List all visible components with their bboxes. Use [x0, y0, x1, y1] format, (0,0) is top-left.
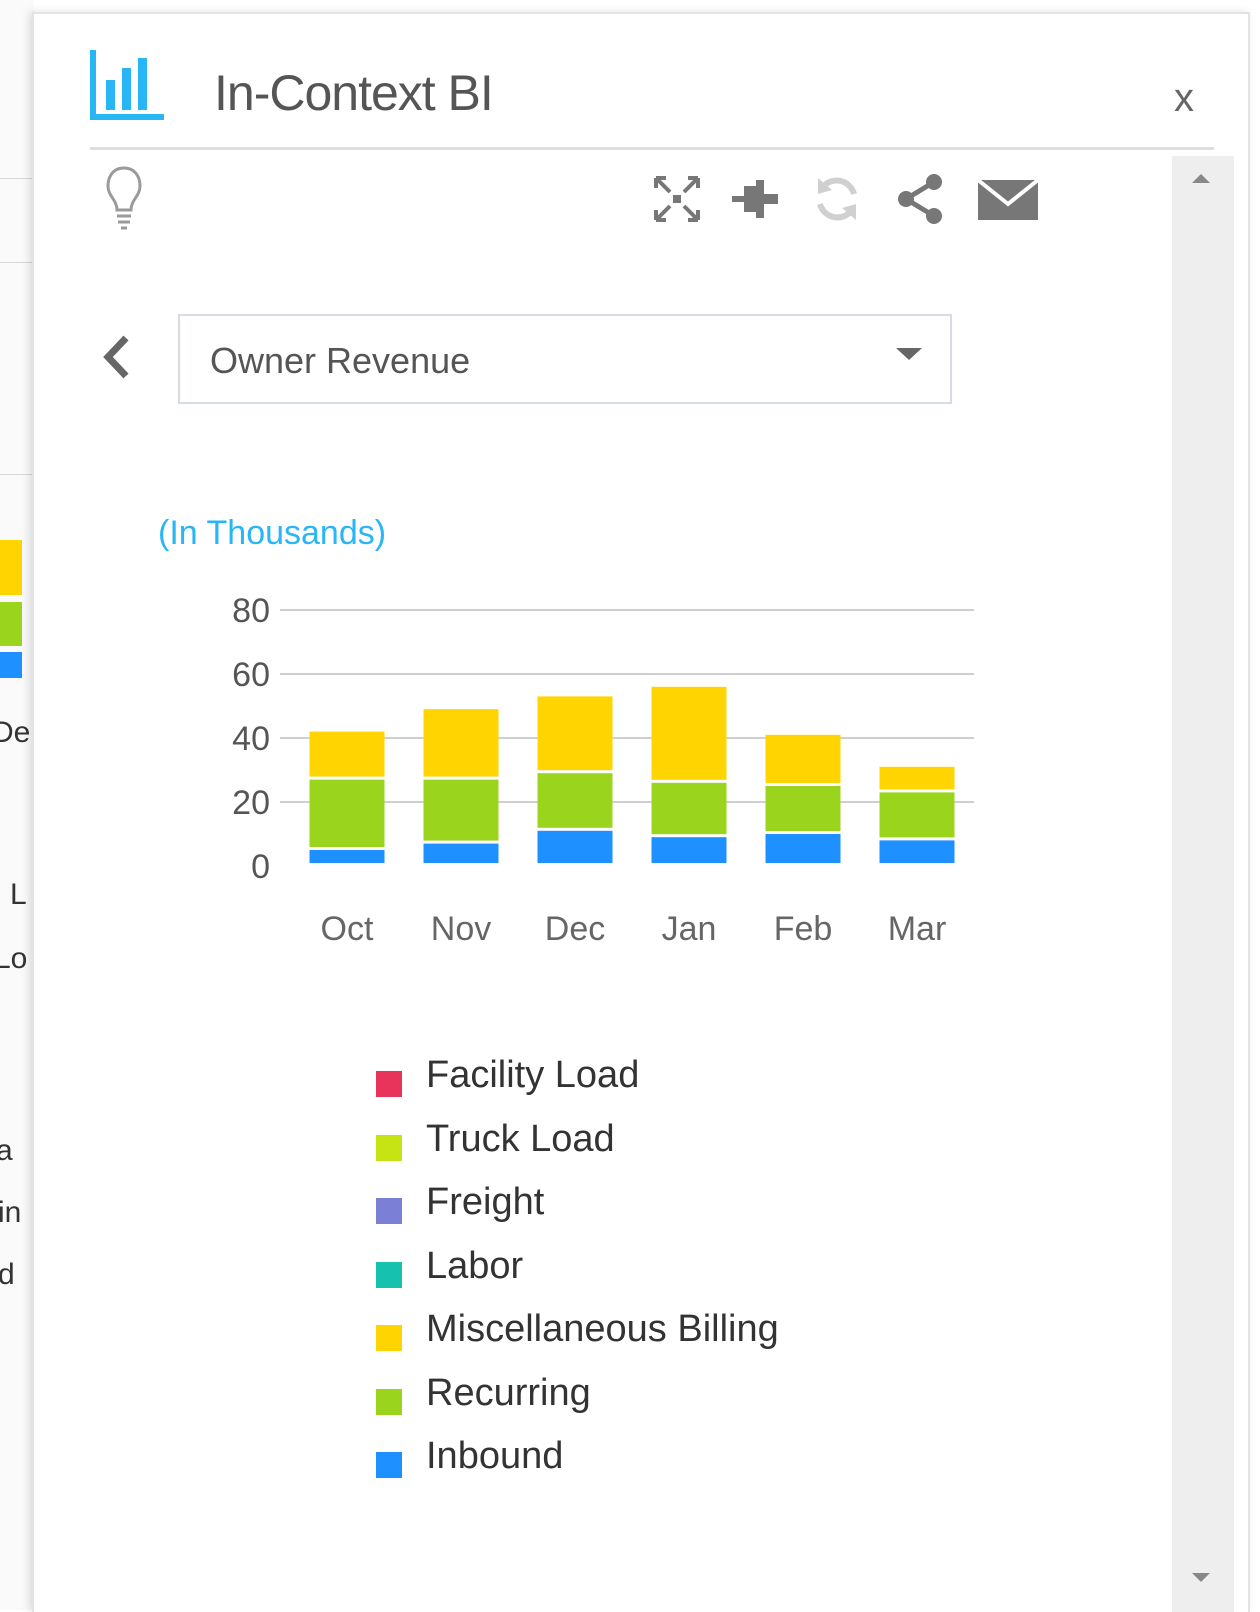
report-select[interactable]: Owner Revenue — [178, 314, 952, 404]
chart-unit-label: (In Thousands) — [158, 514, 387, 552]
bg-divider — [0, 262, 34, 263]
x-tick-label: Mar — [888, 910, 947, 944]
legend-swatch — [376, 1071, 402, 1097]
legend-label: Labor — [426, 1244, 524, 1287]
bg-chart-bar — [0, 602, 22, 646]
bar-segment-recurring — [765, 786, 841, 831]
vertical-scrollbar[interactable] — [1172, 156, 1234, 1612]
bg-text: L — [10, 878, 27, 911]
legend-label: Recurring — [426, 1371, 591, 1414]
bar-segment-recurring — [651, 782, 727, 835]
bg-chart-bar — [0, 540, 22, 595]
bar-segment-miscellaneous-billing — [651, 686, 727, 780]
close-button[interactable]: x — [1174, 76, 1194, 121]
x-tick-label: Feb — [774, 910, 833, 944]
chevron-left-icon[interactable] — [96, 332, 136, 382]
bg-chart-bar — [0, 652, 22, 678]
bg-text: Lo — [0, 942, 28, 975]
legend-swatch — [376, 1388, 402, 1415]
bar-segment-recurring — [423, 779, 499, 841]
scroll-up-arrow-icon[interactable] — [1192, 174, 1210, 183]
bar-segment-inbound — [537, 830, 613, 863]
pin-icon[interactable] — [728, 172, 782, 226]
y-tick-label: 80 — [232, 592, 270, 630]
y-tick-label: 40 — [232, 720, 270, 758]
chevron-down-icon — [896, 348, 922, 360]
x-tick-label: Nov — [431, 910, 491, 944]
legend-label: Inbound — [426, 1435, 564, 1477]
bar-segment-inbound — [879, 840, 955, 863]
bar-segment-recurring — [537, 773, 613, 828]
x-tick-label: Jan — [662, 910, 717, 944]
bar-segment-recurring — [879, 792, 955, 838]
bar-segment-miscellaneous-billing — [879, 766, 955, 790]
y-tick-label: 60 — [232, 656, 270, 694]
share-icon[interactable] — [894, 172, 948, 226]
panel-header: In-Context BI x — [34, 14, 1248, 150]
y-tick-label: 20 — [232, 784, 270, 822]
x-tick-label: Oct — [321, 910, 374, 944]
expand-icon[interactable] — [650, 172, 704, 226]
report-select-value: Owner Revenue — [210, 340, 471, 381]
legend-swatch — [376, 1325, 402, 1351]
bg-divider — [0, 178, 34, 179]
in-context-bi-panel: In-Context BI x Owner Revenue (In Thousa… — [32, 12, 1250, 1612]
legend-swatch — [376, 1198, 402, 1224]
bg-text: a — [0, 1134, 13, 1167]
legend-swatch — [376, 1134, 402, 1161]
legend-label: Freight — [426, 1181, 545, 1223]
x-tick-label: Dec — [545, 910, 605, 944]
y-tick-label: 0 — [251, 848, 270, 886]
refresh-icon[interactable] — [810, 172, 864, 226]
bar-segment-recurring — [309, 779, 385, 847]
bar-segment-inbound — [423, 843, 499, 863]
legend-swatch — [376, 1452, 402, 1478]
bar-segment-inbound — [651, 837, 727, 863]
bg-divider — [0, 474, 34, 475]
bg-text: d — [0, 1258, 15, 1291]
bar-segment-inbound — [765, 834, 841, 863]
scroll-down-arrow-icon[interactable] — [1192, 1573, 1210, 1582]
panel-title: In-Context BI — [214, 65, 494, 121]
legend-swatch — [376, 1261, 402, 1288]
bar-segment-miscellaneous-billing — [423, 709, 499, 777]
legend-label: Miscellaneous Billing — [426, 1308, 779, 1350]
legend-label: Facility Load — [426, 1054, 640, 1096]
bar-segment-inbound — [309, 850, 385, 863]
mail-icon[interactable] — [976, 172, 1040, 226]
bg-text: in — [0, 1196, 22, 1229]
background-app: De L Lo a in d — [0, 0, 34, 1610]
bar-chart-icon — [90, 50, 164, 120]
bg-text: De — [0, 716, 31, 749]
owner-revenue-chart: 0 20 40 60 80 Oct Nov Dec Jan Feb Mar — [232, 592, 974, 944]
bar-segment-miscellaneous-billing — [765, 734, 841, 783]
header-divider — [90, 147, 1214, 150]
bar-segment-miscellaneous-billing — [537, 696, 613, 771]
lightbulb-icon[interactable] — [104, 164, 144, 234]
legend-label: Truck Load — [426, 1117, 615, 1160]
bar-segment-miscellaneous-billing — [309, 731, 385, 777]
